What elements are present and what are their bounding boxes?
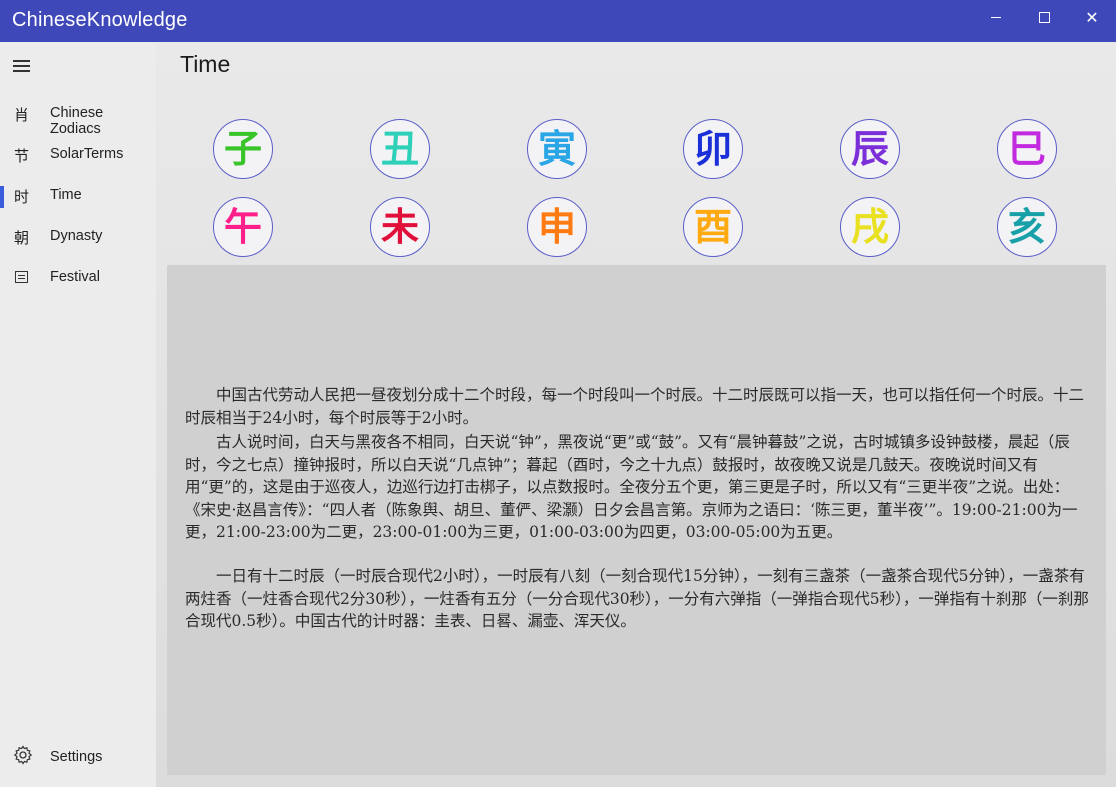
branch-char: 卯 <box>693 127 732 171</box>
branch-char: 亥 <box>1007 205 1046 249</box>
main-content: Time 子 丑 寅 卯 辰 巳 午 未 申 酉 戌 亥 中国古代劳动人民把一昼… <box>156 42 1116 787</box>
sidebar-item-label: Time <box>50 187 82 203</box>
maximize-icon[interactable] <box>1020 0 1068 36</box>
sidebar-item-label: Festival <box>50 269 100 285</box>
sidebar-item-label: SolarTerms <box>50 146 124 162</box>
branch-char: 午 <box>223 205 262 249</box>
branch-char: 子 <box>223 127 262 171</box>
branch-char: 申 <box>537 205 576 249</box>
paragraph-time-units: 一日有十二时辰（一时辰合现代2小时），一时辰有八刻（一刻合现代15分钟），一刻有… <box>185 567 1089 630</box>
sidebar-item-time[interactable]: 时 Time <box>0 176 156 216</box>
time-glyph-icon: 时 <box>14 188 30 206</box>
branch-button-you[interactable]: 酉 <box>683 197 743 257</box>
branch-char: 戌 <box>850 205 889 249</box>
minimize-icon[interactable] <box>972 0 1020 36</box>
sidebar-item-chinese-zodiacs[interactable]: 肖 Chinese Zodiacs <box>0 94 156 137</box>
sidebar-item-label: Dynasty <box>50 228 103 244</box>
sidebar: 肖 Chinese Zodiacs 节 SolarTerms 时 Time 朝 … <box>0 42 156 787</box>
paragraph-intro: 中国古代劳动人民把一昼夜划分成十二个时段，每一个时段叫一个时辰。十二时辰既可以指… <box>185 386 1085 427</box>
branch-char: 寅 <box>537 127 576 171</box>
sidebar-item-solarterms[interactable]: 节 SolarTerms <box>0 135 156 175</box>
branch-button-chou[interactable]: 丑 <box>370 119 430 179</box>
branch-button-wu[interactable]: 午 <box>213 197 273 257</box>
app-title: ChineseKnowledge <box>12 9 188 31</box>
solarterm-glyph-icon: 节 <box>14 147 30 165</box>
paragraph-night-watches: 古人说时间，白天与黑夜各不相同，白天说“钟”，黑夜说“更”或“鼓”。又有“晨钟暮… <box>185 433 1078 541</box>
branch-button-zi[interactable]: 子 <box>213 119 273 179</box>
title-bar: ChineseKnowledge ✕ <box>0 0 1116 42</box>
branch-button-chen[interactable]: 辰 <box>840 119 900 179</box>
calendar-icon <box>15 271 28 283</box>
zodiac-glyph-icon: 肖 <box>14 106 30 124</box>
branch-char: 未 <box>380 205 419 249</box>
close-icon[interactable]: ✕ <box>1068 0 1116 36</box>
branch-char: 丑 <box>380 127 419 171</box>
branch-char: 酉 <box>693 205 732 249</box>
branch-button-wei[interactable]: 未 <box>370 197 430 257</box>
sidebar-item-dynasty[interactable]: 朝 Dynasty <box>0 217 156 257</box>
branch-char: 辰 <box>850 127 889 171</box>
sidebar-item-label: Settings <box>50 749 103 765</box>
branch-button-si[interactable]: 巳 <box>997 119 1057 179</box>
branch-button-hai[interactable]: 亥 <box>997 197 1057 257</box>
branch-button-shen[interactable]: 申 <box>527 197 587 257</box>
page-title: Time <box>180 51 231 77</box>
dynasty-glyph-icon: 朝 <box>14 229 30 247</box>
hamburger-menu-icon[interactable] <box>13 60 31 74</box>
gear-icon <box>13 745 33 765</box>
branch-char: 巳 <box>1007 127 1046 171</box>
description-panel: 中国古代劳动人民把一昼夜划分成十二个时段，每一个时段叫一个时辰。十二时辰既可以指… <box>167 265 1106 775</box>
branch-button-yin[interactable]: 寅 <box>527 119 587 179</box>
branch-button-mao[interactable]: 卯 <box>683 119 743 179</box>
branch-button-xu[interactable]: 戌 <box>840 197 900 257</box>
sidebar-item-label: Chinese Zodiacs <box>50 105 104 137</box>
sidebar-item-settings[interactable]: Settings <box>0 738 156 778</box>
sidebar-item-festival[interactable]: Festival <box>0 258 156 298</box>
